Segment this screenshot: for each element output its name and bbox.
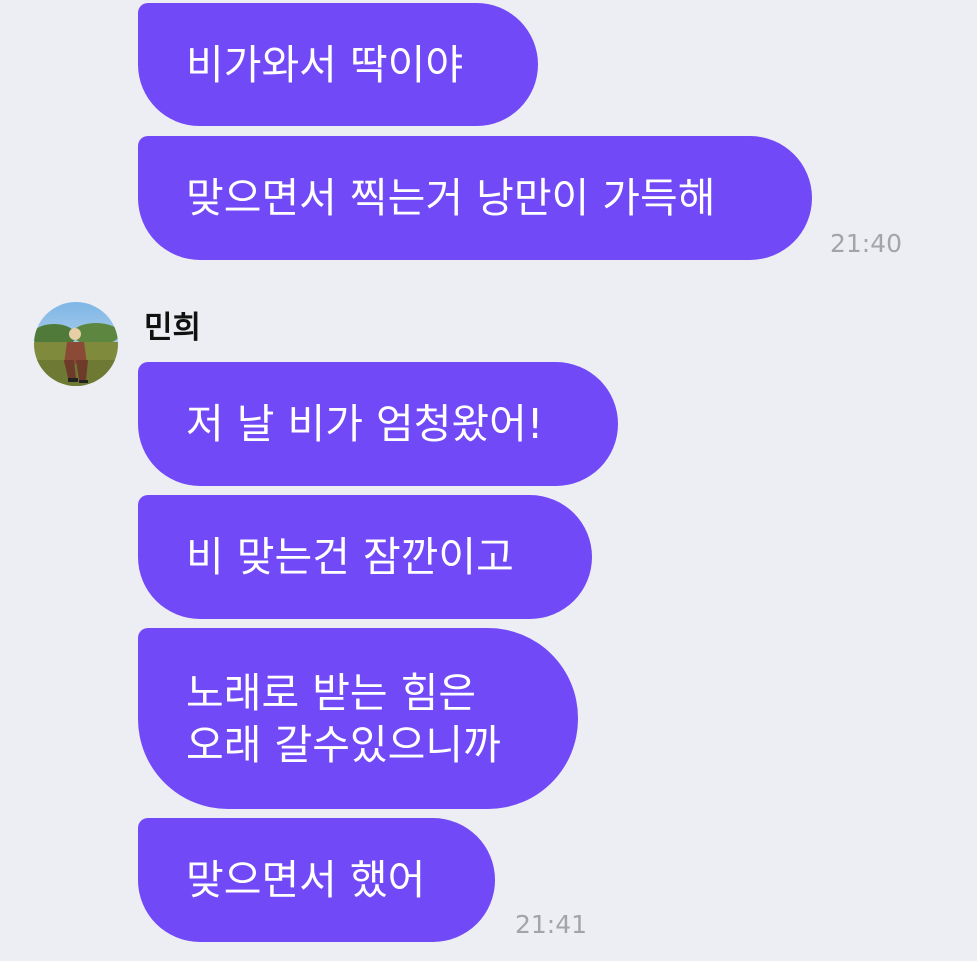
avatar[interactable] xyxy=(34,302,118,386)
message-bubble[interactable]: 노래로 받는 힘은 오래 갈수있으니까 xyxy=(138,628,578,809)
profile-photo-avatar-icon xyxy=(34,302,118,386)
message-bubble[interactable]: 비가와서 딱이야 xyxy=(138,3,538,126)
message-bubble[interactable]: 비 맞는건 잠깐이고 xyxy=(138,495,592,619)
message-text-line: 오래 갈수있으니까 xyxy=(186,720,501,769)
message-bubble[interactable]: 맞으면서 했어 xyxy=(138,818,495,942)
message-text: 저 날 비가 엄청왔어! xyxy=(186,400,544,448)
message-bubble[interactable]: 저 날 비가 엄청왔어! xyxy=(138,362,618,486)
message-timestamp: 21:40 xyxy=(830,229,903,258)
message-text: 맞으면서 찍는거 낭만이 가득해 xyxy=(186,174,716,222)
message-text-line: 노래로 받는 힘은 xyxy=(186,668,477,717)
message-timestamp: 21:41 xyxy=(515,910,588,939)
sender-name: 민희 xyxy=(144,310,202,346)
message-text: 비 맞는건 잠깐이고 xyxy=(186,533,514,581)
message-bubble[interactable]: 맞으면서 찍는거 낭만이 가득해 xyxy=(138,136,812,260)
message-text: 비가와서 딱이야 xyxy=(186,40,464,89)
message-text: 맞으면서 했어 xyxy=(186,856,426,904)
